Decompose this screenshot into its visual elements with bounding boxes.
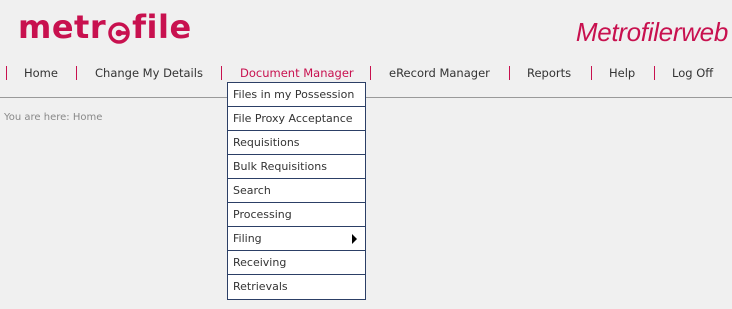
nav-help[interactable]: Help: [609, 64, 635, 82]
menu-item-file-proxy-acceptance[interactable]: File Proxy Acceptance: [228, 107, 365, 131]
menu-item-receiving[interactable]: Receiving: [228, 251, 365, 275]
submenu-arrow-icon: [352, 234, 357, 244]
main-nav: Home Change My Details Document Manager …: [0, 64, 732, 82]
menu-item-label: Bulk Requisitions: [233, 160, 327, 173]
menu-item-label: Receiving: [233, 256, 287, 269]
menu-item-label: Filing: [233, 232, 262, 245]
menu-item-search[interactable]: Search: [228, 179, 365, 203]
logo-text-start: metr: [18, 8, 107, 46]
menu-item-label: Requisitions: [233, 136, 300, 149]
nav-home[interactable]: Home: [24, 64, 58, 82]
menu-item-filing[interactable]: Filing: [228, 227, 365, 251]
menu-item-label: File Proxy Acceptance: [233, 112, 353, 125]
nav-erecord-manager[interactable]: eRecord Manager: [389, 64, 490, 82]
menu-item-label: Retrievals: [233, 280, 288, 293]
metrofile-logo: metr file: [18, 8, 192, 46]
nav-separator: [509, 66, 510, 80]
logo-o-mark-icon: [108, 17, 130, 44]
nav-log-off[interactable]: Log Off: [672, 64, 713, 82]
menu-item-bulk-requisitions[interactable]: Bulk Requisitions: [228, 155, 365, 179]
nav-document-manager[interactable]: Document Manager: [240, 64, 354, 82]
menu-item-requisitions[interactable]: Requisitions: [228, 131, 365, 155]
nav-change-my-details[interactable]: Change My Details: [95, 64, 203, 82]
nav-separator: [591, 66, 592, 80]
nav-separator: [654, 66, 655, 80]
logo-text-end: file: [132, 8, 192, 46]
nav-separator: [370, 66, 371, 80]
header-divider: [0, 97, 732, 98]
nav-separator: [76, 66, 77, 80]
nav-separator: [6, 66, 7, 80]
breadcrumb: You are here: Home: [4, 112, 103, 123]
menu-item-label: Processing: [233, 208, 292, 221]
menu-item-label: Files in my Possession: [233, 88, 355, 101]
site-title: Metrofilerweb: [575, 17, 728, 47]
nav-reports[interactable]: Reports: [527, 64, 571, 82]
menu-item-processing[interactable]: Processing: [228, 203, 365, 227]
nav-separator: [221, 66, 222, 80]
document-manager-menu: Files in my Possession File Proxy Accept…: [227, 82, 366, 300]
menu-item-files-in-my-possession[interactable]: Files in my Possession: [228, 83, 365, 107]
menu-item-label: Search: [233, 184, 271, 197]
menu-item-retrievals[interactable]: Retrievals: [228, 275, 365, 299]
